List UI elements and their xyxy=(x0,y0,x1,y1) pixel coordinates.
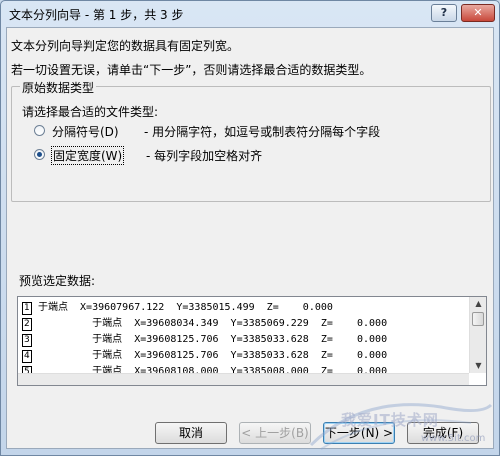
preview-rows: 1 于端点 X=39607967.122 Y=3385015.499 Z= 0.… xyxy=(18,300,469,380)
preview-row: 4 于端点 X=39608125.706 Y=3385033.628 Z= 0.… xyxy=(18,348,469,364)
radio-delimited[interactable] xyxy=(34,125,45,136)
dialog-body: 文本分列向导判定您的数据具有固定列宽。 若一切设置无误，请单击“下一步”，否则请… xyxy=(6,27,494,449)
wizard-window: 文本分列向导 - 第 1 步，共 3 步 ? ✕ 文本分列向导判定您的数据具有固… xyxy=(0,0,500,456)
cancel-button[interactable]: 取消 xyxy=(155,422,227,444)
scroll-thumb[interactable] xyxy=(472,312,484,326)
vertical-scrollbar[interactable]: ▲ ▼ xyxy=(469,297,486,373)
next-button[interactable]: 下一步(N) > xyxy=(323,422,395,444)
original-data-type-group: 原始数据类型 请选择最合适的文件类型: 分隔符号(D) - 用分隔字符，如逗号或… xyxy=(11,79,491,202)
radio-delimited-label[interactable]: 分隔符号(D) xyxy=(52,123,119,140)
row-number: 4 xyxy=(22,350,32,363)
preview-row: 3 于端点 X=39608125.706 Y=3385033.628 Z= 0.… xyxy=(18,332,469,348)
data-preview[interactable]: 1 于端点 X=39607967.122 Y=3385015.499 Z= 0.… xyxy=(17,296,487,386)
finish-button[interactable]: 完成(F) xyxy=(407,422,479,444)
radio-fixed-width-description: - 每列字段加空格对齐 xyxy=(146,149,263,163)
title-bar[interactable]: 文本分列向导 - 第 1 步，共 3 步 ? ✕ xyxy=(1,1,499,27)
preview-label: 预览选定数据: xyxy=(19,274,96,288)
back-button[interactable]: < 上一步(B) xyxy=(239,422,311,444)
row-text: 于端点 X=39608034.349 Y=3385069.229 Z= 0.00… xyxy=(38,318,388,329)
preview-row: 1 于端点 X=39607967.122 Y=3385015.499 Z= 0.… xyxy=(18,300,469,316)
row-text: 于端点 X=39607967.122 Y=3385015.499 Z= 0.00… xyxy=(38,302,333,313)
row-number: 3 xyxy=(22,334,32,347)
radio-delimited-description: - 用分隔字符，如逗号或制表符分隔每个字段 xyxy=(144,125,381,139)
window-title: 文本分列向导 - 第 1 步，共 3 步 xyxy=(9,8,184,22)
radio-fixed-width[interactable] xyxy=(34,149,45,160)
row-number: 2 xyxy=(22,318,32,331)
horizontal-scrollbar[interactable] xyxy=(18,373,469,385)
intro-text-2: 若一切设置无误，请单击“下一步”，否则请选择最合适的数据类型。 xyxy=(11,63,372,77)
row-number: 1 xyxy=(22,302,32,315)
help-button[interactable]: ? xyxy=(431,4,457,22)
row-text: 于端点 X=39608125.706 Y=3385033.628 Z= 0.00… xyxy=(38,334,388,345)
file-type-prompt: 请选择最合适的文件类型: xyxy=(22,105,159,119)
group-title: 原始数据类型 xyxy=(20,79,97,96)
preview-row: 2 于端点 X=39608034.349 Y=3385069.229 Z= 0.… xyxy=(18,316,469,332)
scroll-down-icon[interactable]: ▼ xyxy=(470,359,486,373)
close-button[interactable]: ✕ xyxy=(461,4,495,22)
radio-fixed-width-label[interactable]: 固定宽度(W) xyxy=(51,146,125,165)
scroll-up-icon[interactable]: ▲ xyxy=(470,297,486,311)
row-text: 于端点 X=39608125.706 Y=3385033.628 Z= 0.00… xyxy=(38,350,388,361)
intro-text-1: 文本分列向导判定您的数据具有固定列宽。 xyxy=(11,39,240,53)
